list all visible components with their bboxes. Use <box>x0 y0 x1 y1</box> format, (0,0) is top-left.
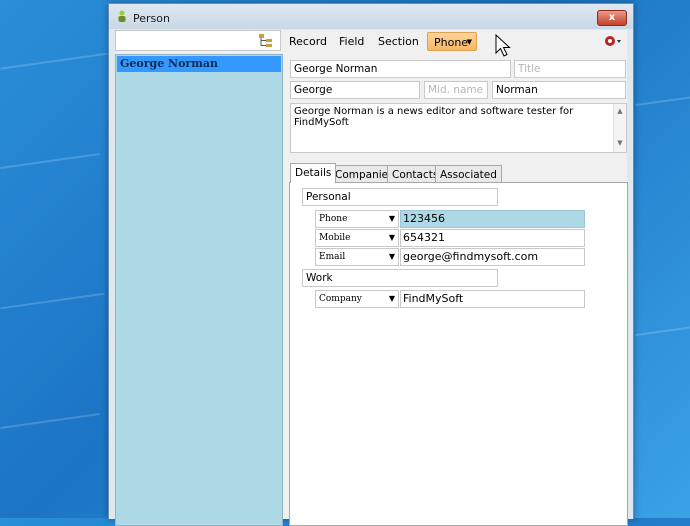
chevron-down-icon: ▼ <box>466 38 472 46</box>
toolbar: Record Field Section Phone ▼ <box>285 30 627 54</box>
window-content: George Norman Record Field Section Phone… <box>115 30 628 526</box>
desktop-streak <box>0 52 110 70</box>
phone-type-label: Phone <box>319 214 348 224</box>
list-item[interactable]: George Norman <box>117 56 281 72</box>
phone-menu-label: Phone <box>434 36 469 49</box>
record-menu[interactable]: Record <box>289 35 327 49</box>
work-section-label[interactable]: Work <box>302 269 498 287</box>
personal-section-label[interactable]: Personal <box>302 188 498 206</box>
chevron-down-icon: ▼ <box>388 233 395 242</box>
title-field[interactable]: Title <box>514 60 626 78</box>
tab-associated[interactable]: Associated <box>435 165 502 183</box>
desktop-streak <box>0 292 105 310</box>
company-type-select[interactable]: Company ▼ <box>315 290 399 308</box>
mouse-cursor-icon <box>495 34 511 57</box>
desktop-streak <box>635 95 690 107</box>
person-window: Person x George Norman Record Field Sect… <box>108 3 634 526</box>
title-bar[interactable]: Person x <box>109 4 633 29</box>
desktop-streak <box>635 325 690 337</box>
phone-value-field[interactable]: 123456 <box>400 210 585 228</box>
section-menu[interactable]: Section <box>378 35 419 49</box>
phone-type-select[interactable]: Phone ▼ <box>315 210 399 228</box>
email-type-select[interactable]: Email ▼ <box>315 248 399 266</box>
company-value-field[interactable]: FindMySoft <box>400 290 585 308</box>
last-name-field[interactable]: Norman <box>492 81 626 99</box>
tab-details[interactable]: Details <box>290 163 337 183</box>
person-app-icon <box>118 10 126 22</box>
mobile-value-field[interactable]: 654321 <box>400 229 585 247</box>
chevron-down-icon: ▼ <box>388 294 395 303</box>
desktop-streak <box>0 413 100 429</box>
field-menu[interactable]: Field <box>339 35 364 49</box>
settings-icon[interactable] <box>603 34 625 50</box>
email-value-field[interactable]: george@findmysoft.com <box>400 248 585 266</box>
notes-text: George Norman is a news editor and softw… <box>294 106 574 128</box>
details-panel: Personal Phone ▼ 123456 Mobile ▼ 654321 Em… <box>289 182 628 526</box>
mobile-type-label: Mobile <box>319 233 351 243</box>
scroll-up-icon[interactable]: ▲ <box>614 107 626 115</box>
email-type-label: Email <box>319 252 346 262</box>
notes-scrollbar[interactable]: ▲ ▼ <box>613 104 626 152</box>
full-name-field[interactable]: George Norman <box>290 60 511 78</box>
middle-name-field[interactable]: Mid. name <box>424 81 488 99</box>
first-name-field[interactable]: George <box>290 81 420 99</box>
close-button[interactable]: x <box>597 10 627 26</box>
phone-menu-button[interactable]: Phone ▼ <box>427 32 477 51</box>
notes-textarea[interactable]: George Norman is a news editor and softw… <box>290 103 627 153</box>
contact-search-input[interactable] <box>115 30 281 51</box>
mobile-type-select[interactable]: Mobile ▼ <box>315 229 399 247</box>
desktop-streak <box>0 153 100 169</box>
contact-list[interactable]: George Norman <box>115 54 283 526</box>
company-type-label: Company <box>319 294 362 304</box>
window-title: Person <box>133 12 170 25</box>
tree-view-icon[interactable] <box>258 34 274 48</box>
chevron-down-icon: ▼ <box>388 214 395 223</box>
scroll-down-icon[interactable]: ▼ <box>614 139 626 147</box>
chevron-down-icon: ▼ <box>388 252 395 261</box>
